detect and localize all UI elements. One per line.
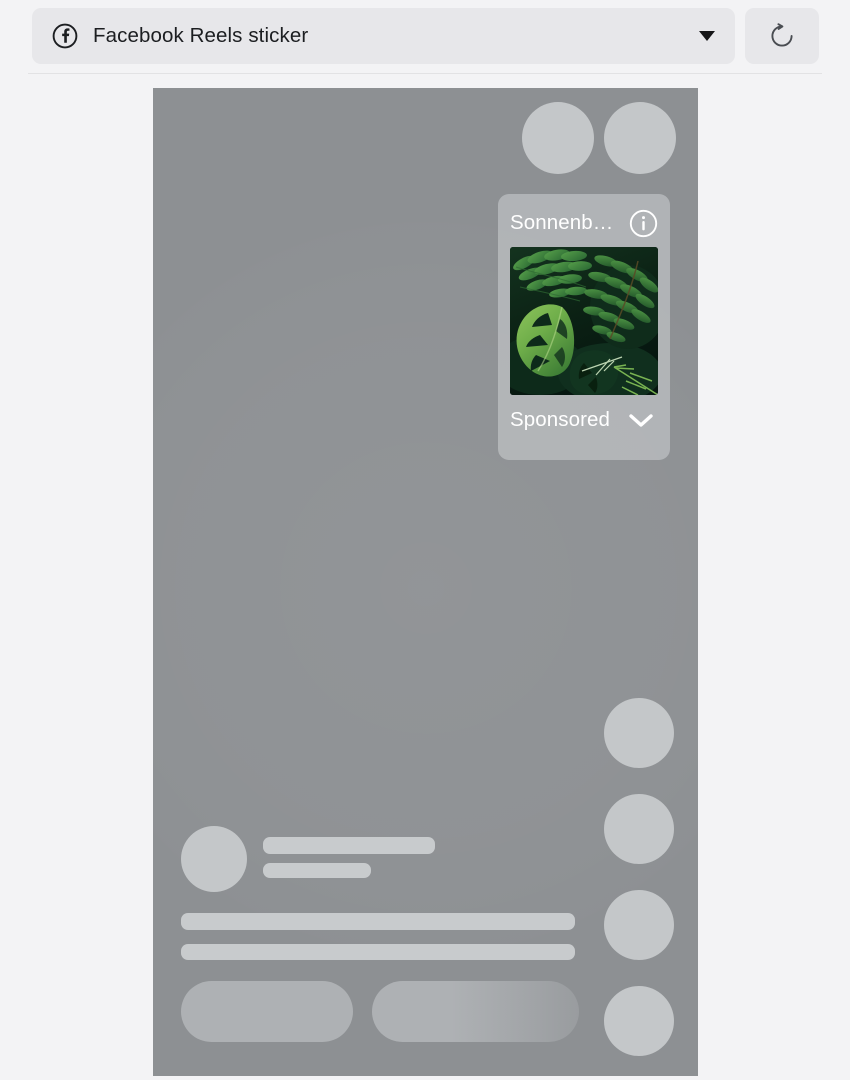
sticker-product-image[interactable] [510,247,658,395]
skeleton-caption-line [181,913,575,930]
top-toolbar: Facebook Reels sticker [0,0,850,74]
skeleton-avatar [181,826,247,892]
skeleton-action-pill [372,981,579,1042]
facebook-icon [52,23,78,49]
skeleton-rail-circle [604,986,674,1056]
info-circle-icon[interactable] [629,209,658,238]
skeleton-action-pill [181,981,353,1042]
sticker-title: Sonnenb… [510,211,614,234]
refresh-button[interactable] [745,8,819,64]
sticker-footer: Sponsored [510,399,658,441]
chevron-down-icon [699,31,715,41]
skeleton-profile-line [263,837,435,854]
skeleton-rail-circle [604,698,674,768]
skeleton-caption-line [181,944,575,960]
sponsored-label: Sponsored [510,408,611,431]
refresh-icon [767,21,797,51]
skeleton-profile-line [263,863,371,878]
reels-sticker-card[interactable]: Sonnenb… Sponsored [498,194,670,460]
toolbar-divider [28,73,822,74]
skeleton-rail-circle [604,890,674,960]
chevron-down-icon[interactable] [628,412,654,429]
skeleton-rail-circle [604,794,674,864]
skeleton-top-circle [522,102,594,174]
surface-select-label: Facebook Reels sticker [93,24,309,47]
reels-preview-canvas: Sonnenb… Sponsored [153,88,698,1076]
sticker-header: Sonnenb… [510,208,658,238]
skeleton-top-circle [604,102,676,174]
surface-select-dropdown[interactable]: Facebook Reels sticker [32,8,735,64]
